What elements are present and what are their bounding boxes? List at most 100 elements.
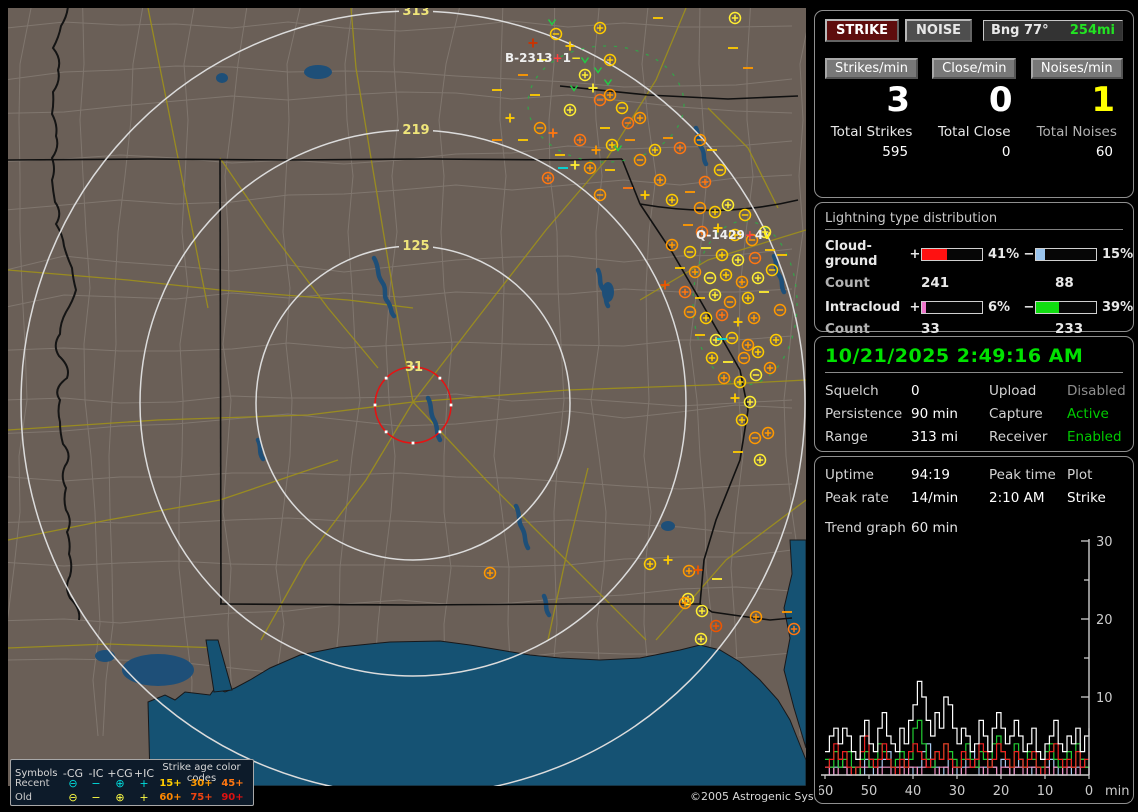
- plus-icon: +: [909, 300, 921, 315]
- persistence-label: Persistence: [825, 406, 903, 422]
- cg-positive-bar: [921, 247, 983, 261]
- cg-negative-bar: [1035, 247, 1097, 261]
- storm-cell-label-B-2313: B-2313+1−: [505, 51, 581, 65]
- svg-text:0: 0: [1085, 784, 1093, 799]
- strikes-per-min-column: Strikes/min 3 Total Strikes 595: [825, 58, 919, 161]
- map-svg: 313 219 125 31 B-2313+1− Q-1429+4v: [8, 8, 806, 786]
- ring-label-31: 31: [405, 360, 423, 375]
- ic-negative-bar: [1035, 301, 1097, 314]
- circle-minus-icon: ⊖: [68, 776, 78, 790]
- age-75: 75+: [190, 791, 213, 803]
- svg-text:30: 30: [949, 784, 966, 799]
- bearing-distance: 254mi: [1069, 23, 1115, 38]
- capture-label: Capture: [989, 406, 1043, 422]
- plot-mode-value: Strike: [1067, 490, 1106, 506]
- noises-per-min-column: Noises/min 1 Total Noises 60: [1030, 58, 1123, 160]
- squelch-value: 0: [911, 383, 920, 399]
- uptime-value: 94:19: [911, 467, 950, 483]
- trend-graph-value: 60 min: [911, 520, 958, 536]
- minus-icon: −: [1023, 246, 1035, 262]
- lightning-map[interactable]: 313 219 125 31 B-2313+1− Q-1429+4v: [8, 8, 806, 786]
- minus-icon: −: [91, 790, 101, 804]
- count-label: Count: [825, 321, 870, 337]
- close-per-min-column: Close/min 0 Total Close 0: [928, 58, 1020, 160]
- distribution-title: Lightning type distribution: [825, 211, 1123, 230]
- plus-icon: +: [139, 790, 149, 804]
- noise-button[interactable]: NOISE: [905, 19, 973, 42]
- plot-label: Plot: [1067, 467, 1093, 483]
- close-per-min-header: Close/min: [932, 58, 1017, 79]
- receiver-status: Enabled: [1067, 429, 1122, 445]
- uptime-label: Uptime: [825, 467, 874, 483]
- legend-recent-row: Recent ⊖ − ⊕ + 15+ 30+ 45+: [15, 776, 249, 790]
- cg-negative-pct: 15%: [1102, 246, 1134, 262]
- ic-negative-pct: 39%: [1102, 300, 1134, 315]
- intracloud-row: Intracloud + 6% − 39%: [825, 300, 1133, 315]
- map-legend: Symbols -CG -IC +CG +IC Strike age color…: [10, 759, 254, 806]
- age-90: 90+: [221, 791, 244, 803]
- circle-plus-icon: ⊕: [115, 790, 125, 804]
- peak-time-value: 2:10 AM: [989, 490, 1045, 506]
- plus-icon: +: [139, 776, 149, 790]
- trend-graph-label: Trend graph: [825, 520, 906, 536]
- upload-status: Disabled: [1067, 383, 1126, 399]
- total-close-value: 0: [1001, 144, 1011, 161]
- capture-status: Active: [1067, 406, 1109, 422]
- svg-text:30: 30: [1096, 535, 1113, 550]
- legend-old-row: Old ⊖ − ⊕ + 60+ 75+ 90+: [15, 790, 249, 804]
- bearing-readout: Bng 77° 254mi: [983, 20, 1123, 41]
- status-panel: 10/21/2025 2:49:16 AM Squelch 0 Upload D…: [814, 336, 1134, 452]
- minus-icon: −: [1023, 300, 1035, 315]
- svg-text:min: min: [1105, 784, 1130, 799]
- cg-negative-count: 88: [1055, 275, 1074, 291]
- ic-negative-count: 233: [1055, 321, 1084, 337]
- cloud-ground-count-row: Count 241 88: [825, 275, 1123, 291]
- range-label: Range: [825, 429, 868, 445]
- intracloud-count-row: Count 33 233: [825, 321, 1123, 337]
- total-close-label: Total Close: [937, 124, 1011, 141]
- ring-label-125: 125: [402, 239, 429, 254]
- datetime-display: 10/21/2025 2:49:16 AM: [825, 345, 1123, 373]
- total-strikes-label: Total Strikes: [830, 124, 913, 141]
- ic-positive-count: 33: [921, 321, 940, 337]
- circle-minus-icon: ⊖: [68, 790, 78, 804]
- cloud-ground-row: Cloud-ground + 41% − 15%: [825, 239, 1133, 269]
- count-label: Count: [825, 275, 870, 291]
- age-30: 30+: [190, 777, 213, 789]
- legend-recent-label: Recent: [15, 777, 50, 789]
- svg-text:20: 20: [993, 784, 1010, 799]
- nexstorm-window: 313 219 125 31 B-2313+1− Q-1429+4v Symbols -C…: [0, 0, 1138, 812]
- peak-time-label: Peak time: [989, 467, 1056, 483]
- legend-old-label: Old: [15, 791, 32, 803]
- upload-label: Upload: [989, 383, 1037, 399]
- strike-stats-panel: STRIKE NOISE Bng 77° 254mi Strikes/min 3…: [814, 10, 1134, 198]
- ic-positive-bar: [921, 301, 983, 314]
- persistence-value: 90 min: [911, 406, 958, 422]
- ic-positive-pct: 6%: [988, 300, 1011, 315]
- range-value: 313 mi: [911, 429, 958, 445]
- age-15: 15+: [159, 777, 182, 789]
- plus-icon: +: [909, 246, 921, 262]
- ring-label-313: 313: [402, 8, 429, 19]
- trend-graph: 10 20 30 60 50 40 30 20 10 0 min: [817, 535, 1131, 801]
- intracloud-label: Intracloud: [825, 300, 901, 315]
- total-strikes-value: 595: [882, 144, 909, 161]
- svg-text:60: 60: [819, 784, 833, 799]
- strike-button[interactable]: STRIKE: [825, 19, 900, 42]
- ring-label-219: 219: [402, 123, 429, 138]
- svg-text:40: 40: [905, 784, 922, 799]
- svg-text:20: 20: [1096, 613, 1113, 628]
- session-panel: Uptime 94:19 Peak time Plot Peak rate 14…: [814, 456, 1134, 804]
- total-noises-label: Total Noises: [1036, 124, 1117, 141]
- noises-per-min-header: Noises/min: [1030, 58, 1123, 79]
- squelch-label: Squelch: [825, 383, 879, 399]
- circle-plus-icon: ⊕: [115, 776, 125, 790]
- age-45: 45+: [221, 777, 244, 789]
- close-rate: 0: [988, 80, 1013, 120]
- svg-text:10: 10: [1096, 691, 1113, 706]
- peak-rate-label: Peak rate: [825, 490, 889, 506]
- cloud-ground-label: Cloud-ground: [825, 239, 878, 269]
- svg-text:10: 10: [1037, 784, 1054, 799]
- bearing-value: Bng 77°: [991, 23, 1049, 38]
- age-60: 60+: [159, 791, 182, 803]
